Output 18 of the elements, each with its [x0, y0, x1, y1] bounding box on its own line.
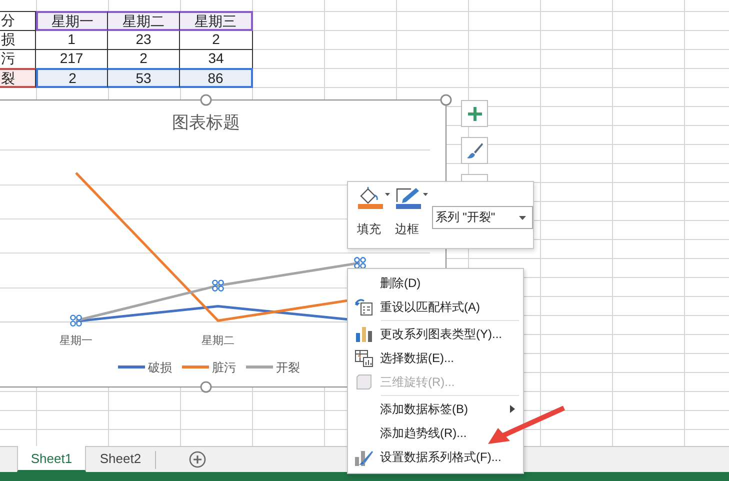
- axis-label: 星期一: [60, 335, 92, 347]
- table-cell: 损: [0, 31, 36, 50]
- table-cell: 86: [180, 68, 253, 88]
- table-cell: 217: [36, 50, 108, 69]
- table-cell: 1: [36, 31, 108, 50]
- table-cell: 裂: [0, 68, 36, 88]
- table-cell: 分: [0, 12, 36, 31]
- table-cell: 星期二: [108, 11, 180, 31]
- table-cell: 34: [180, 50, 253, 69]
- table-cell: 2: [108, 50, 180, 69]
- table-cell: 2: [36, 68, 108, 88]
- table-cell: 2: [180, 31, 253, 50]
- axis-label: 星期二: [202, 335, 234, 347]
- table-cell: 星期三: [180, 11, 253, 31]
- table-cell: 53: [108, 68, 180, 88]
- table-cell: 星期一: [36, 11, 108, 31]
- table-cell: 污: [0, 50, 36, 69]
- table-cell: 23: [108, 31, 180, 50]
